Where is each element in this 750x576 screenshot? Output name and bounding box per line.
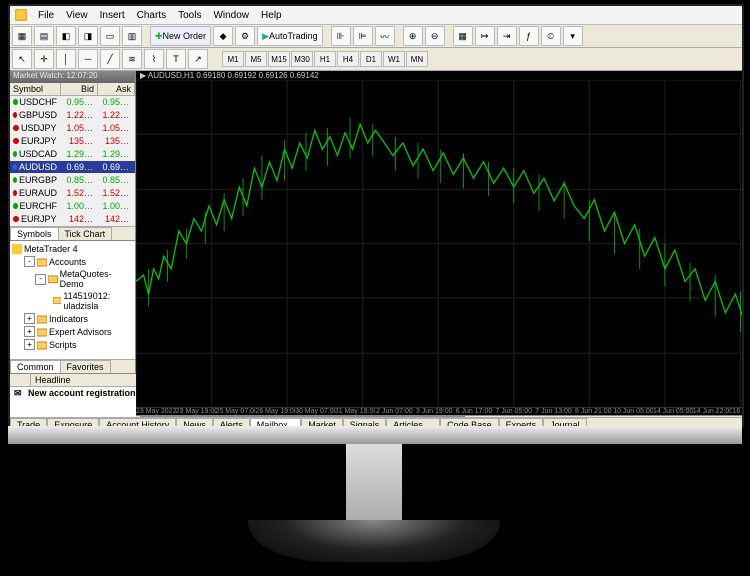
menu-tools[interactable]: Tools [172,8,207,23]
line-chart-icon[interactable]: 〰 [375,26,395,46]
col-icon [10,374,31,386]
expander-icon[interactable]: + [24,326,35,337]
tile-icon[interactable]: ▦ [453,26,473,46]
scroll-icon[interactable]: ↦ [475,26,495,46]
autotrading-button[interactable]: ▶ AutoTrading [257,26,323,46]
shift-icon[interactable]: ⇥ [497,26,517,46]
options-icon[interactable]: ⚙ [235,26,255,46]
folder-icon [37,257,47,267]
app-tree-icon [12,244,22,254]
folder-icon [37,340,47,350]
col-ask[interactable]: Ask [98,83,135,95]
templates-icon[interactable]: ▾ [563,26,583,46]
app-icon [14,8,28,22]
tab-favorites[interactable]: Favorites [60,360,111,373]
menu-help[interactable]: Help [255,8,288,23]
tab-tick-chart[interactable]: Tick Chart [58,227,113,240]
symbol-row[interactable]: GBPUSD1.22…1.22… [10,109,135,122]
cursor-icon[interactable]: ↖ [12,49,32,69]
menu-charts[interactable]: Charts [131,8,172,23]
terminal-icon[interactable]: ▥ [122,26,142,46]
folder-icon [37,314,47,324]
symbol-row[interactable]: USDCHF0.95…0.95… [10,96,135,109]
market-watch-columns: Symbol Bid Ask [10,83,135,96]
tab-symbols[interactable]: Symbols [10,227,59,240]
tree-node[interactable]: +Expert Advisors [12,325,133,338]
symbol-row[interactable]: USDCAD1.29…1.29… [10,148,135,161]
timeframe-MN[interactable]: MN [406,51,428,67]
text-icon[interactable]: T [166,49,186,69]
tree-node[interactable]: -Accounts [12,255,133,268]
navigator-panel: MetaTrader 4 -Accounts-MetaQuotes-Demo11… [10,240,135,359]
timeframe-H4[interactable]: H4 [337,51,359,67]
market-watch-tabs: Symbols Tick Chart [10,226,135,240]
timeframe-M1[interactable]: M1 [222,51,244,67]
folder-icon [48,274,58,284]
timeframe-M5[interactable]: M5 [245,51,267,67]
periods-icon[interactable]: ⏲ [541,26,561,46]
symbol-row[interactable]: EURCHF1.00…1.00… [10,200,135,213]
navigator-tabs: Common Favorites [10,359,135,373]
symbol-row[interactable]: USDJPY1.05…1.05… [10,122,135,135]
bar-chart-icon[interactable]: ⊪ [331,26,351,46]
menu-window[interactable]: Window [207,8,255,23]
timeframe-W1[interactable]: W1 [383,51,405,67]
market-watch-title: Market Watch: 12:07:20 [10,71,135,83]
vline-icon[interactable]: │ [56,49,76,69]
zoom-out-icon[interactable]: ⊖ [425,26,445,46]
expander-icon[interactable]: + [24,313,35,324]
tab-common[interactable]: Common [10,360,61,373]
data-window-icon[interactable]: ◨ [78,26,98,46]
market-watch-panel: Market Watch: 12:07:20 Symbol Bid Ask US… [10,71,135,240]
navigator-icon[interactable]: ▭ [100,26,120,46]
zoom-in-icon[interactable]: ⊕ [403,26,423,46]
toolbar-secondary: ↖ ✛ │ ─ ╱ ≋ ⌇ T ↗ M1M5M15M30H1H4D1W1MN [10,48,742,71]
expander-icon[interactable]: - [35,274,46,285]
expander-icon[interactable]: - [24,256,35,267]
tree-node[interactable]: +Indicators [12,312,133,325]
market-watch-icon[interactable]: ◧ [56,26,76,46]
arrows-icon[interactable]: ↗ [188,49,208,69]
chart-canvas[interactable] [136,80,744,407]
folder-icon [53,296,61,306]
toolbar-main: ▦ ▤ ◧ ◨ ▭ ▥ ✚ New Order ◆ ⚙ ▶ AutoTradin… [10,25,742,48]
tree-node[interactable]: +Scripts [12,338,133,351]
folder-icon [37,327,47,337]
chart-title-bar: ▶ AUDUSD,H1 0.69180 0.69192 0.69126 0.69… [136,71,744,80]
symbol-row[interactable]: EURJPY142…142… [10,213,135,226]
tree-node[interactable]: 114519012: uladzisla [12,290,133,312]
tree-root[interactable]: MetaTrader 4 [12,243,133,255]
mail-icon: ✉ [14,388,28,399]
symbol-row[interactable]: EURGBP0.85…0.85… [10,174,135,187]
crosshair-icon[interactable]: ✛ [34,49,54,69]
col-bid[interactable]: Bid [61,83,98,95]
timeframe-M15[interactable]: M15 [268,51,290,67]
tree-node[interactable]: -MetaQuotes-Demo [12,268,133,290]
menu-file[interactable]: File [32,8,60,23]
symbol-row[interactable]: EURJPY135…135… [10,135,135,148]
menu-bar: File View Insert Charts Tools Window Hel… [10,6,742,25]
expander-icon[interactable]: + [24,339,35,350]
timeframe-M30[interactable]: M30 [291,51,313,67]
candle-chart-icon[interactable]: ⊫ [353,26,373,46]
channel-icon[interactable]: ≋ [122,49,142,69]
metaeditor-icon[interactable]: ◆ [213,26,233,46]
symbol-row[interactable]: EURAUD1.52…1.52… [10,187,135,200]
menu-view[interactable]: View [60,8,94,23]
fibo-icon[interactable]: ⌇ [144,49,164,69]
timeframe-H1[interactable]: H1 [314,51,336,67]
indicators-icon[interactable]: ƒ [519,26,539,46]
col-symbol[interactable]: Symbol [10,83,61,95]
profiles-icon[interactable]: ▤ [34,26,54,46]
symbol-row[interactable]: AUDUSD0.69…0.69… [10,161,135,174]
timeframe-D1[interactable]: D1 [360,51,382,67]
menu-insert[interactable]: Insert [94,8,131,23]
new-order-button[interactable]: ✚ New Order [150,26,211,46]
new-chart-icon[interactable]: ▦ [12,26,32,46]
hline-icon[interactable]: ─ [78,49,98,69]
trendline-icon[interactable]: ╱ [100,49,120,69]
